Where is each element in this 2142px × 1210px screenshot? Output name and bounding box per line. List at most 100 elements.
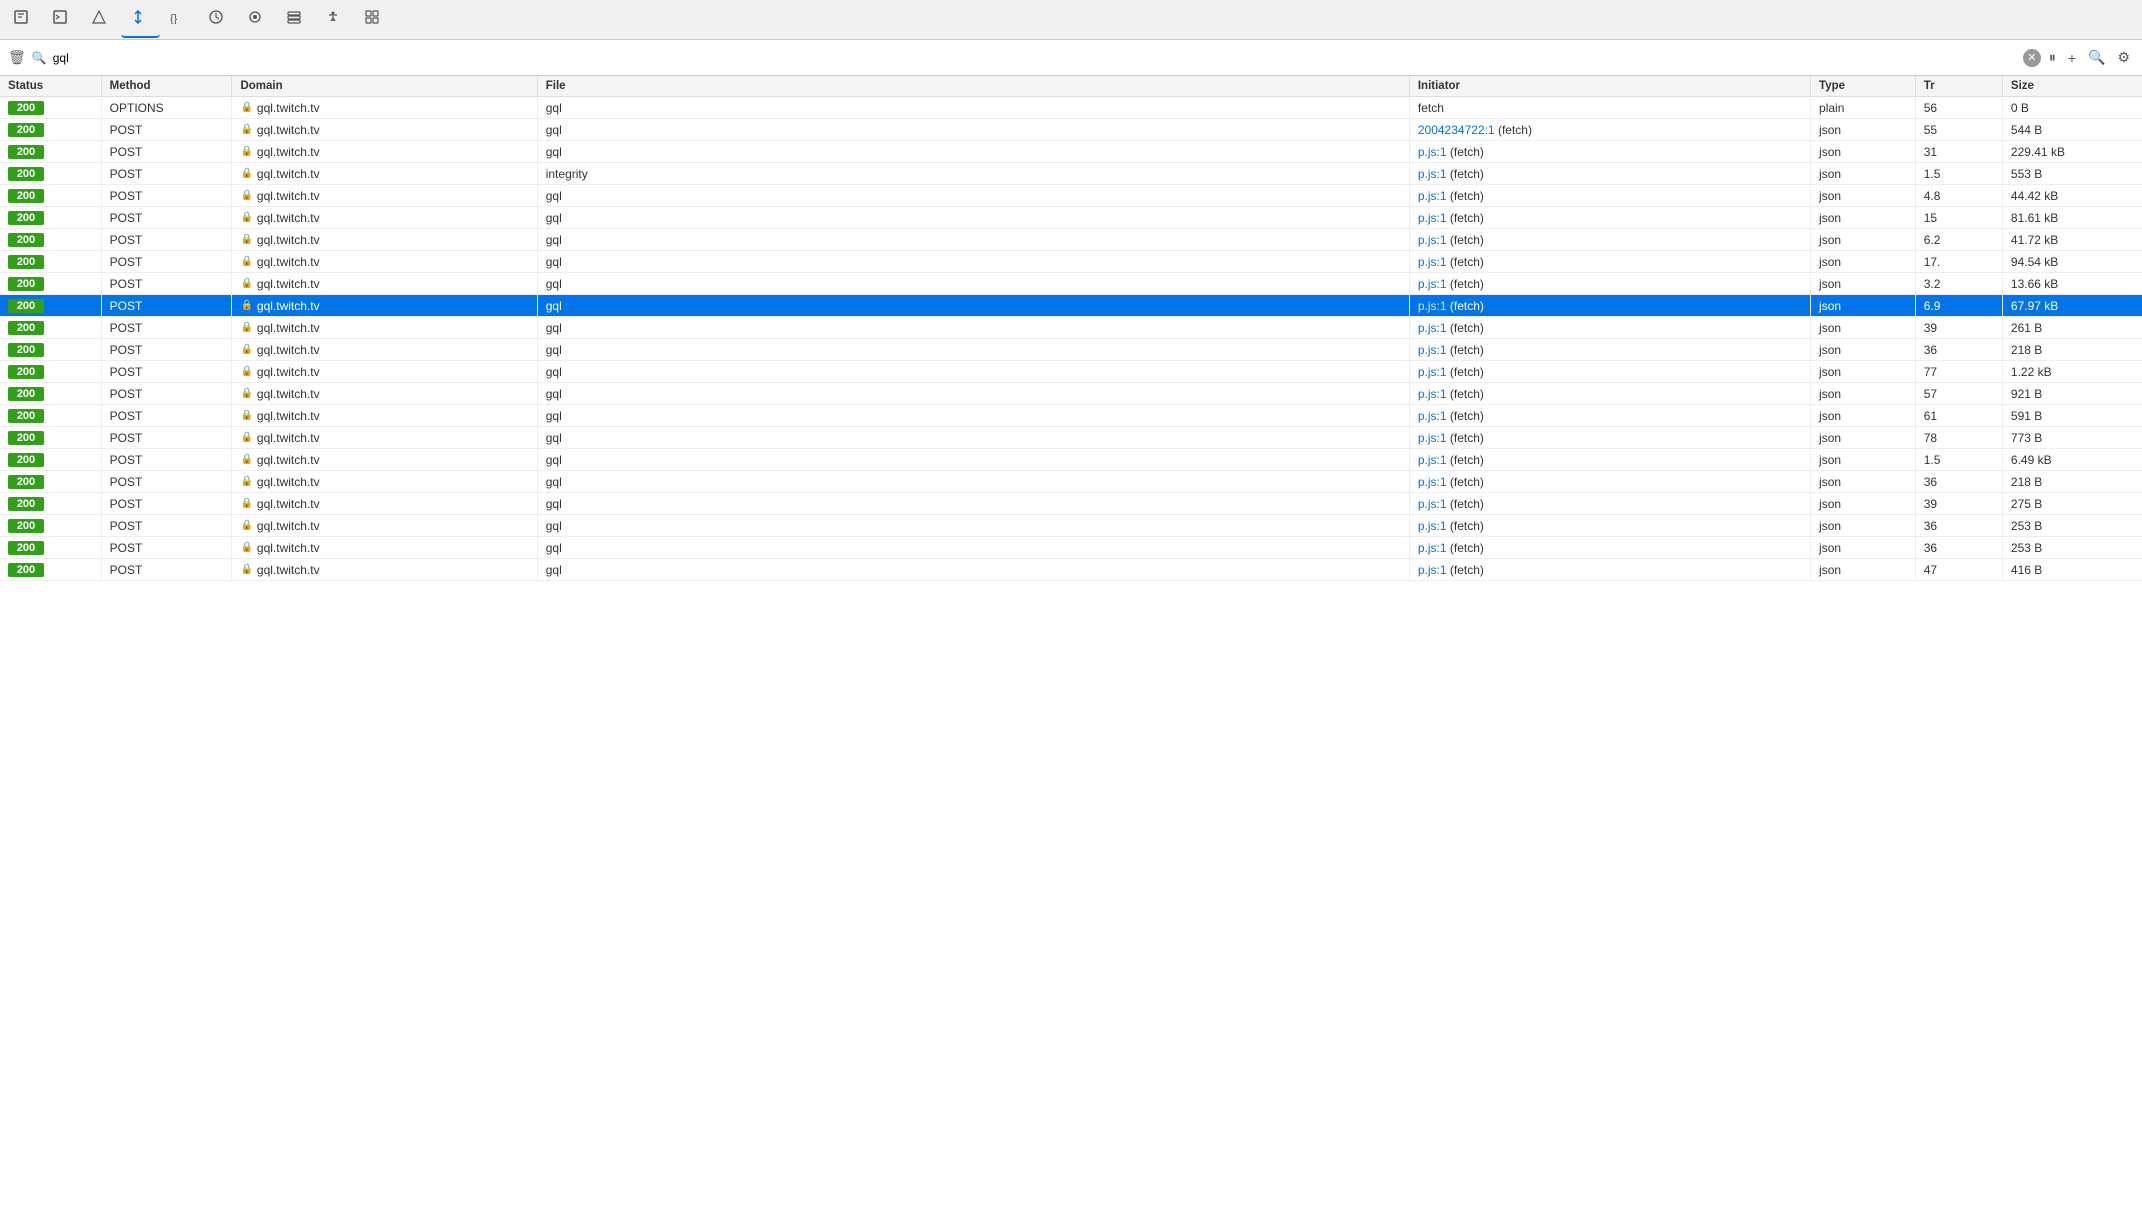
initiator-suffix: (fetch) bbox=[1447, 519, 1484, 533]
initiator-suffix: (fetch) bbox=[1447, 277, 1484, 291]
status-badge: 200 bbox=[8, 519, 44, 533]
initiator-link[interactable]: p.js:1 bbox=[1418, 255, 1447, 269]
initiator-link[interactable]: p.js:1 bbox=[1418, 299, 1447, 313]
initiator-link[interactable]: p.js:1 bbox=[1418, 277, 1447, 291]
initiator-link[interactable]: p.js:1 bbox=[1418, 365, 1447, 379]
settings-button[interactable]: ⚙ bbox=[2113, 47, 2134, 68]
toolbar-item-console[interactable] bbox=[43, 2, 82, 38]
cell-size: 253 B bbox=[2002, 537, 2142, 559]
performance-icon bbox=[209, 10, 223, 27]
table-row[interactable]: 200POST🔒gql.twitch.tvgqlp.js:1 (fetch)js… bbox=[0, 559, 2142, 581]
table-row[interactable]: 200POST🔒gql.twitch.tvgqlp.js:1 (fetch)js… bbox=[0, 273, 2142, 295]
table-row[interactable]: 200POST🔒gql.twitch.tvgqlp.js:1 (fetch)js… bbox=[0, 251, 2142, 273]
filter-input[interactable] bbox=[53, 51, 2017, 65]
col-header-transferred[interactable]: Tr bbox=[1915, 76, 2002, 97]
toolbar-item-storage[interactable] bbox=[277, 2, 316, 38]
cell-status: 200 bbox=[0, 273, 101, 295]
table-row[interactable]: 200OPTIONS🔒gql.twitch.tvgqlfetchplain560… bbox=[0, 97, 2142, 119]
col-header-type[interactable]: Type bbox=[1811, 76, 1916, 97]
initiator-link[interactable]: 2004234722:1 bbox=[1418, 123, 1495, 137]
status-badge: 200 bbox=[8, 497, 44, 511]
table-row[interactable]: 200POST🔒gql.twitch.tvgqlp.js:1 (fetch)js… bbox=[0, 141, 2142, 163]
initiator-link[interactable]: p.js:1 bbox=[1418, 497, 1447, 511]
status-badge: 200 bbox=[8, 211, 44, 225]
cell-file: gql bbox=[537, 97, 1409, 119]
initiator-suffix: (fetch) bbox=[1447, 497, 1484, 511]
domain-text: gql.twitch.tv bbox=[257, 365, 320, 379]
initiator-link[interactable]: p.js:1 bbox=[1418, 387, 1447, 401]
table-row[interactable]: 200POST🔒gql.twitch.tvgqlp.js:1 (fetch)js… bbox=[0, 339, 2142, 361]
domain-text: gql.twitch.tv bbox=[257, 387, 320, 401]
initiator-suffix: (fetch) bbox=[1447, 431, 1484, 445]
col-header-domain[interactable]: Domain bbox=[232, 76, 537, 97]
add-filter-button[interactable]: + bbox=[2064, 48, 2080, 68]
initiator-link[interactable]: p.js:1 bbox=[1418, 563, 1447, 577]
initiator-link[interactable]: p.js:1 bbox=[1418, 343, 1447, 357]
toolbar-item-style-editor[interactable]: {} bbox=[160, 2, 199, 38]
table-row[interactable]: 200POST🔒gql.twitch.tvgqlp.js:1 (fetch)js… bbox=[0, 471, 2142, 493]
cell-status: 200 bbox=[0, 515, 101, 537]
domain-text: gql.twitch.tv bbox=[257, 299, 320, 313]
accessibility-icon bbox=[326, 10, 340, 27]
search-button[interactable]: 🔍 bbox=[2084, 47, 2109, 68]
initiator-link[interactable]: p.js:1 bbox=[1418, 453, 1447, 467]
initiator-suffix: (fetch) bbox=[1447, 299, 1484, 313]
table-row[interactable]: 200POST🔒gql.twitch.tvgqlp.js:1 (fetch)js… bbox=[0, 361, 2142, 383]
cell-transferred: 77 bbox=[1915, 361, 2002, 383]
initiator-link[interactable]: p.js:1 bbox=[1418, 211, 1447, 225]
initiator-link[interactable]: p.js:1 bbox=[1418, 431, 1447, 445]
pause-button[interactable]: ⏸ bbox=[2045, 47, 2060, 68]
cell-type: json bbox=[1811, 273, 1916, 295]
table-row[interactable]: 200POST🔒gql.twitch.tvgqlp.js:1 (fetch)js… bbox=[0, 405, 2142, 427]
table-row[interactable]: 200POST🔒gql.twitch.tvgqlp.js:1 (fetch)js… bbox=[0, 185, 2142, 207]
cell-initiator: p.js:1 (fetch) bbox=[1409, 515, 1810, 537]
initiator-link[interactable]: p.js:1 bbox=[1418, 475, 1447, 489]
status-badge: 200 bbox=[8, 299, 44, 313]
table-row[interactable]: 200POST🔒gql.twitch.tvgqlp.js:1 (fetch)js… bbox=[0, 295, 2142, 317]
cell-transferred: 39 bbox=[1915, 317, 2002, 339]
initiator-link[interactable]: p.js:1 bbox=[1418, 145, 1447, 159]
clear-requests-button[interactable]: 🗑 bbox=[8, 49, 26, 66]
initiator-suffix: (fetch) bbox=[1447, 365, 1484, 379]
col-header-method[interactable]: Method bbox=[101, 76, 232, 97]
status-badge: 200 bbox=[8, 431, 44, 445]
col-header-status[interactable]: Status bbox=[0, 76, 101, 97]
status-badge: 200 bbox=[8, 167, 44, 181]
domain-text: gql.twitch.tv bbox=[257, 519, 320, 533]
initiator-link[interactable]: p.js:1 bbox=[1418, 167, 1447, 181]
initiator-link[interactable]: p.js:1 bbox=[1418, 233, 1447, 247]
table-row[interactable]: 200POST🔒gql.twitch.tvgqlp.js:1 (fetch)js… bbox=[0, 493, 2142, 515]
table-row[interactable]: 200POST🔒gql.twitch.tvgqlp.js:1 (fetch)js… bbox=[0, 383, 2142, 405]
status-badge: 200 bbox=[8, 233, 44, 247]
table-row[interactable]: 200POST🔒gql.twitch.tvgqlp.js:1 (fetch)js… bbox=[0, 229, 2142, 251]
table-row[interactable]: 200POST🔒gql.twitch.tvgql2004234722:1 (fe… bbox=[0, 119, 2142, 141]
toolbar-item-debugger[interactable] bbox=[82, 2, 121, 38]
table-row[interactable]: 200POST🔒gql.twitch.tvintegrityp.js:1 (fe… bbox=[0, 163, 2142, 185]
toolbar-item-application[interactable] bbox=[355, 2, 394, 38]
col-header-size[interactable]: Size bbox=[2002, 76, 2142, 97]
col-header-initiator[interactable]: Initiator bbox=[1409, 76, 1810, 97]
toolbar-item-memory[interactable] bbox=[238, 2, 277, 38]
lock-icon: 🔒 bbox=[240, 498, 252, 509]
table-row[interactable]: 200POST🔒gql.twitch.tvgqlp.js:1 (fetch)js… bbox=[0, 449, 2142, 471]
toolbar-item-network[interactable] bbox=[121, 2, 160, 38]
initiator-link[interactable]: p.js:1 bbox=[1418, 541, 1447, 555]
toolbar-item-inspector[interactable] bbox=[4, 2, 43, 38]
toolbar-item-accessibility[interactable] bbox=[316, 2, 355, 38]
clear-filter-button[interactable]: ✕ bbox=[2023, 49, 2041, 67]
initiator-link[interactable]: p.js:1 bbox=[1418, 519, 1447, 533]
table-row[interactable]: 200POST🔒gql.twitch.tvgqlp.js:1 (fetch)js… bbox=[0, 427, 2142, 449]
cell-domain: 🔒gql.twitch.tv bbox=[232, 339, 537, 361]
col-header-file[interactable]: File bbox=[537, 76, 1409, 97]
cell-domain: 🔒gql.twitch.tv bbox=[232, 537, 537, 559]
table-row[interactable]: 200POST🔒gql.twitch.tvgqlp.js:1 (fetch)js… bbox=[0, 515, 2142, 537]
initiator-link[interactable]: p.js:1 bbox=[1418, 189, 1447, 203]
cell-type: json bbox=[1811, 361, 1916, 383]
table-row[interactable]: 200POST🔒gql.twitch.tvgqlp.js:1 (fetch)js… bbox=[0, 207, 2142, 229]
table-row[interactable]: 200POST🔒gql.twitch.tvgqlp.js:1 (fetch)js… bbox=[0, 537, 2142, 559]
initiator-link[interactable]: p.js:1 bbox=[1418, 409, 1447, 423]
initiator-link[interactable]: p.js:1 bbox=[1418, 321, 1447, 335]
table-row[interactable]: 200POST🔒gql.twitch.tvgqlp.js:1 (fetch)js… bbox=[0, 317, 2142, 339]
cell-type: json bbox=[1811, 185, 1916, 207]
toolbar-item-performance[interactable] bbox=[199, 2, 238, 38]
